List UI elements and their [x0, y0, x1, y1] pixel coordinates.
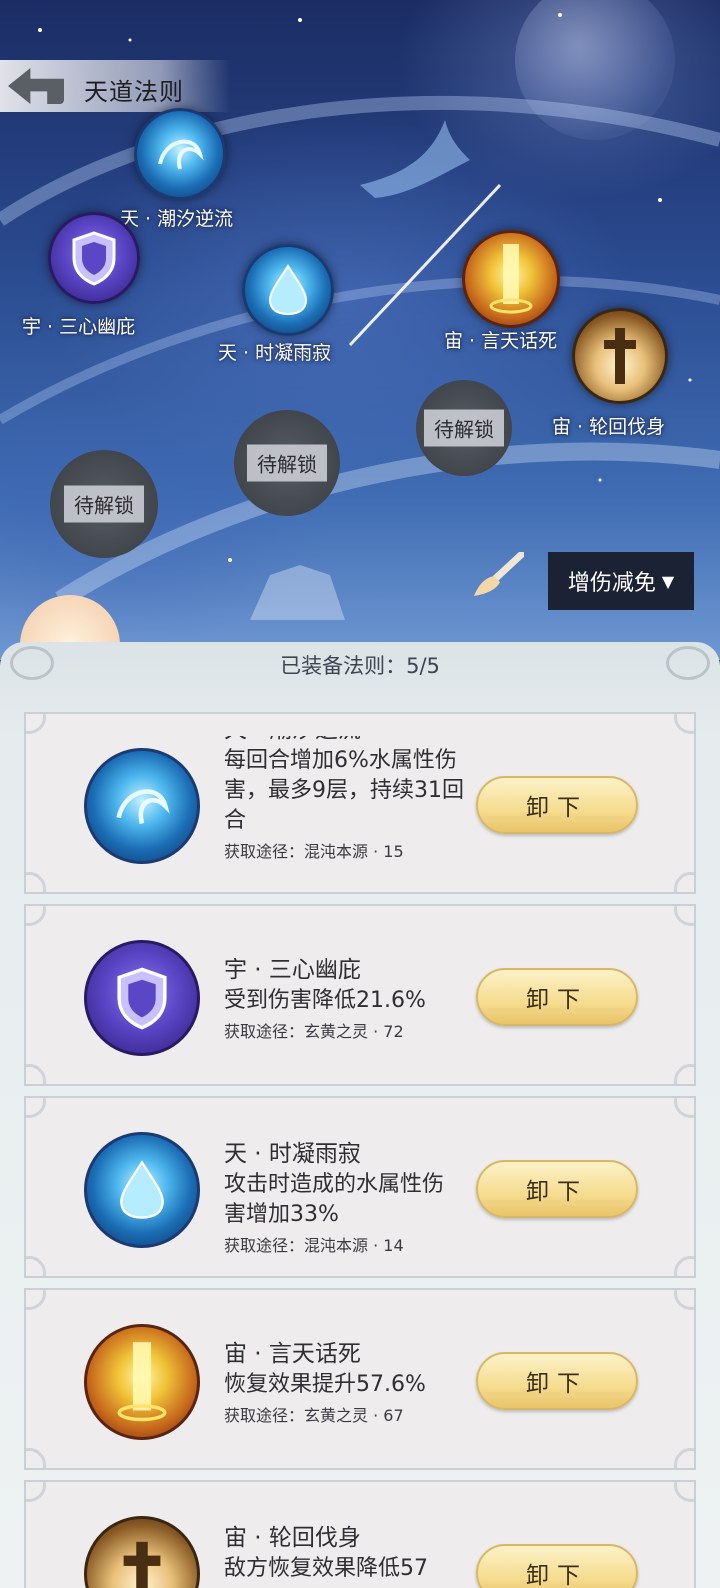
law-node-heart[interactable]: [48, 212, 140, 304]
unload-button[interactable]: 卸下: [476, 1352, 638, 1410]
corner-ornament-icon: [674, 714, 694, 734]
law-node-label: 宙 · 言天话死: [444, 330, 558, 352]
brush-icon[interactable]: [472, 552, 524, 598]
equipped-law-card: 宙 · 言天话死 恢复效果提升57.6% 获取途径：玄黄之灵 · 67 卸下: [24, 1288, 696, 1470]
corner-ornament-icon: [26, 1256, 46, 1276]
whale-decoration: [360, 120, 470, 198]
law-name: 宙 · 轮回伐身: [224, 1525, 361, 1551]
equipped-law-card: 宙 · 轮回伐身 敌方恢复效果降低57 卸下: [24, 1480, 696, 1588]
corner-ornament-icon: [674, 1064, 694, 1084]
locked-law-slot[interactable]: 待解锁: [234, 410, 340, 516]
unload-button[interactable]: 卸下: [476, 1544, 638, 1588]
corner-ornament-icon: [26, 714, 46, 734]
corner-ornament-icon: [674, 906, 694, 926]
law-info: 宙 · 言天话死 恢复效果提升57.6% 获取途径：玄黄之灵 · 67: [224, 1338, 464, 1430]
law-node-label: 天 · 潮汐逆流: [120, 208, 234, 230]
law-star-map: 天道法则 天 · 潮汐逆流 宇 · 三心幽庇 天 · 时凝雨寂 宙 · 言天话死…: [0, 0, 720, 660]
cross-icon: [84, 1516, 200, 1588]
cross-icon: [604, 328, 636, 384]
law-name: 宙 · 言天话死: [224, 1341, 361, 1367]
corner-ornament-icon: [26, 1482, 46, 1502]
equipped-count-title: 已装备法则：5/5: [280, 654, 440, 678]
locked-law-slot[interactable]: 待解锁: [50, 450, 158, 558]
shield-icon: [84, 940, 200, 1056]
corner-ornament-icon: [674, 1482, 694, 1502]
header-bar: 天道法则: [0, 60, 230, 112]
law-node-word[interactable]: [462, 230, 560, 328]
locked-law-slot[interactable]: 待解锁: [416, 380, 512, 476]
equipped-law-card: 天 · 时凝雨寂 攻击时造成的水属性伤害增加33% 获取途径：混沌本源 · 14…: [24, 1096, 696, 1278]
corner-ornament-icon: [674, 1098, 694, 1118]
filter-selected: 增伤减免: [567, 571, 656, 596]
unload-button[interactable]: 卸下: [476, 1160, 638, 1218]
corner-ornament-icon: [26, 1290, 46, 1310]
law-effect: 敌方恢复效果降低57: [224, 1556, 428, 1581]
pavilion-decoration: [250, 565, 345, 620]
law-info: 宙 · 轮回伐身 敌方恢复效果降低57: [224, 1522, 464, 1584]
corner-ornament-icon: [26, 1098, 46, 1118]
law-source: 获取途径：混沌本源 · 15: [224, 842, 404, 861]
law-source: 获取途径：混沌本源 · 14: [224, 1236, 404, 1255]
law-node-rain[interactable]: [242, 244, 334, 336]
unload-button[interactable]: 卸下: [476, 776, 638, 834]
unload-button[interactable]: 卸下: [476, 968, 638, 1026]
corner-ornament-icon: [26, 872, 46, 892]
triangle-down-icon: ▼: [661, 571, 675, 591]
law-info: 天 · 潮汐逆流 每回合增加6%水属性伤害，最多9层，持续31回合 获取途径：混…: [224, 736, 464, 876]
filter-dropdown[interactable]: 增伤减免 ▼: [548, 552, 694, 610]
law-source: 获取途径：玄黄之灵 · 67: [224, 1406, 404, 1425]
law-name: 天 · 潮汐逆流: [224, 736, 464, 746]
corner-ornament-icon: [26, 906, 46, 926]
locked-label: 待解锁: [247, 444, 327, 482]
equipped-laws-panel: 已装备法则：5/5 天 · 潮汐逆流 每回合增加6%水属性伤害，最多9层，持续3…: [0, 642, 720, 1588]
corner-ornament-icon: [26, 1064, 46, 1084]
locked-label: 待解锁: [424, 409, 504, 447]
golden-pillar-icon: [84, 1324, 200, 1440]
law-info: 天 · 时凝雨寂 攻击时造成的水属性伤害增加33% 获取途径：混沌本源 · 14: [224, 1138, 464, 1260]
law-effect: 恢复效果提升57.6%: [224, 1372, 426, 1397]
equipped-law-card: 天 · 潮汐逆流 每回合增加6%水属性伤害，最多9层，持续31回合 获取途径：混…: [24, 712, 696, 894]
law-node-label: 天 · 时凝雨寂: [218, 342, 332, 364]
corner-ornament-icon: [674, 872, 694, 892]
water-drop-icon: [84, 1132, 200, 1248]
shield-icon: [72, 231, 116, 286]
law-effect: 每回合增加6%水属性伤害，最多9层，持续31回合: [224, 748, 464, 833]
golden-pillar-icon: [489, 244, 533, 314]
law-info: 宇 · 三心幽庇 受到伤害降低21.6% 获取途径：玄黄之灵 · 72: [224, 954, 464, 1046]
law-source: 获取途径：玄黄之灵 · 72: [224, 1022, 404, 1041]
water-swirl-icon: [84, 748, 200, 864]
page-title: 天道法则: [84, 78, 184, 106]
law-node-label: 宙 · 轮回伐身: [552, 416, 666, 438]
law-name: 天 · 时凝雨寂: [224, 1141, 361, 1167]
water-swirl-icon: [158, 139, 204, 170]
locked-label: 待解锁: [64, 485, 144, 523]
equipped-law-card: 宇 · 三心幽庇 受到伤害降低21.6% 获取途径：玄黄之灵 · 72 卸下: [24, 904, 696, 1086]
corner-ornament-icon: [674, 1256, 694, 1276]
law-node-tide[interactable]: [134, 108, 226, 200]
corner-ornament-icon: [674, 1448, 694, 1468]
back-arrow-icon[interactable]: [8, 68, 64, 104]
law-node-label: 宇 · 三心幽庇: [22, 316, 136, 338]
water-drop-icon: [268, 264, 308, 316]
corner-ornament-icon: [674, 1290, 694, 1310]
corner-ornament-icon: [26, 1448, 46, 1468]
law-name: 宇 · 三心幽庇: [224, 957, 361, 983]
law-effect: 攻击时造成的水属性伤害增加33%: [224, 1172, 445, 1227]
law-node-cycle[interactable]: [572, 308, 668, 404]
law-effect: 受到伤害降低21.6%: [224, 988, 426, 1013]
